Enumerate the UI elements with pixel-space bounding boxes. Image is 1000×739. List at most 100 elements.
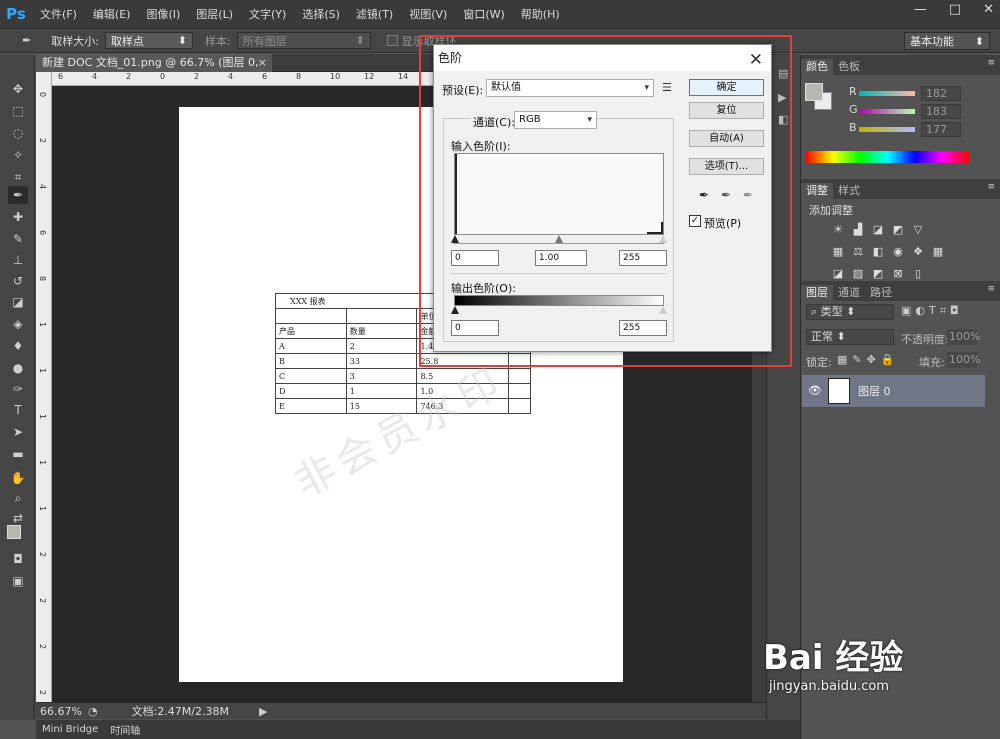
reset-button[interactable]: 复位	[689, 102, 764, 119]
tab-paths[interactable]: 路径	[865, 285, 897, 301]
tab-timeline[interactable]: 时间轴	[104, 722, 146, 737]
preset-options-icon[interactable]: ☰	[662, 81, 672, 94]
menu-edit[interactable]: 编辑(E)	[85, 6, 139, 22]
b-value-field[interactable]: 177	[921, 122, 961, 137]
gray-eyedropper-icon[interactable]: ✒	[721, 188, 731, 202]
posterize-icon[interactable]: ▨	[851, 267, 865, 281]
status-info-icon[interactable]: ◔	[88, 705, 98, 718]
input-black-field[interactable]: 0	[451, 250, 499, 266]
dodge-tool-icon[interactable]: ●	[8, 359, 28, 377]
input-white-point-slider[interactable]	[659, 235, 667, 243]
output-white-field[interactable]: 255	[619, 320, 667, 336]
menu-type[interactable]: 文字(Y)	[241, 6, 294, 22]
menu-image[interactable]: 图像(I)	[138, 6, 188, 22]
magic-wand-tool-icon[interactable]: ✧	[8, 146, 28, 164]
close-document-icon[interactable]: ×	[258, 54, 267, 72]
move-tool-icon[interactable]: ✥	[8, 80, 28, 98]
actions-panel-icon[interactable]: ▶	[778, 91, 792, 105]
channel-select[interactable]: RGB ▾	[514, 111, 597, 129]
vibrance-icon[interactable]: ▽	[911, 223, 925, 237]
history-brush-tool-icon[interactable]: ↺	[8, 272, 28, 290]
menu-layer[interactable]: 图层(L)	[188, 6, 241, 22]
layer-filter-icons[interactable]: ▣◐T⌗◘	[901, 304, 963, 318]
blend-mode-select[interactable]: 正常 ⬍	[806, 329, 894, 345]
document-tab[interactable]: 新建 DOC 文档_01.png @ 66.7% (图层 0, RGB/8) ×	[36, 54, 272, 87]
tab-mini-bridge[interactable]: Mini Bridge	[36, 724, 104, 735]
tab-adjustments[interactable]: 调整	[801, 183, 833, 199]
threshold-icon[interactable]: ◩	[871, 267, 885, 281]
pen-tool-icon[interactable]: ✑	[8, 380, 28, 398]
layer-filter-select[interactable]: ⌕ 类型 ⬍	[806, 304, 894, 320]
tab-swatches[interactable]: 色板	[833, 59, 865, 75]
invert-icon[interactable]: ◪	[831, 267, 845, 281]
eyedropper-tool-icon[interactable]: ✒	[8, 186, 28, 204]
r-slider[interactable]	[859, 91, 915, 96]
healing-brush-tool-icon[interactable]: ✚	[8, 208, 28, 226]
show-ring-checkbox[interactable]	[386, 35, 398, 46]
tab-color[interactable]: 颜色	[801, 59, 833, 75]
input-gamma-slider[interactable]	[555, 235, 563, 243]
output-white-slider[interactable]	[659, 306, 667, 314]
black-eyedropper-icon[interactable]: ✒	[699, 188, 709, 202]
levels-icon[interactable]: ▟	[851, 223, 865, 237]
panel-menu-icon[interactable]: ≡	[987, 58, 995, 68]
menu-filter[interactable]: 滤镜(T)	[348, 6, 401, 22]
maximize-button[interactable]: □	[949, 2, 961, 17]
menu-help[interactable]: 帮助(H)	[513, 6, 568, 22]
color-lookup-icon[interactable]: ▦	[931, 245, 945, 259]
menu-file[interactable]: 文件(F)	[32, 6, 85, 22]
eye-icon[interactable]: 👁	[808, 384, 822, 397]
gradient-map-icon[interactable]: ▯	[911, 267, 925, 281]
properties-panel-icon[interactable]: ◧	[778, 113, 792, 127]
hand-tool-icon[interactable]: ✋	[8, 469, 28, 487]
hue-saturation-icon[interactable]: ▦	[831, 245, 845, 259]
rectangle-tool-icon[interactable]: ▬	[8, 445, 28, 463]
photo-filter-icon[interactable]: ◉	[891, 245, 905, 259]
tab-styles[interactable]: 样式	[833, 183, 865, 199]
lasso-tool-icon[interactable]: ◌	[8, 124, 28, 142]
color-spectrum[interactable]	[806, 151, 969, 163]
g-slider[interactable]	[859, 109, 915, 114]
ok-button[interactable]: 确定	[689, 79, 764, 96]
input-gamma-field[interactable]: 1.00	[535, 250, 587, 266]
type-tool-icon[interactable]: T	[8, 401, 28, 419]
history-panel-icon[interactable]: ▤	[778, 67, 792, 81]
white-eyedropper-icon[interactable]: ✒	[743, 188, 753, 202]
r-value-field[interactable]: 182	[921, 86, 961, 101]
blur-tool-icon[interactable]: ♦	[8, 337, 28, 355]
preview-checkbox[interactable]: ✓	[689, 215, 701, 227]
minimize-button[interactable]: —	[914, 2, 927, 17]
crop-tool-icon[interactable]: ⌗	[8, 168, 28, 186]
menu-view[interactable]: 视图(V)	[401, 6, 455, 22]
opacity-field[interactable]: 100%	[947, 329, 980, 345]
b-slider[interactable]	[859, 127, 915, 132]
lock-icons[interactable]: ▦✎✥🔒	[837, 353, 900, 366]
output-black-slider[interactable]	[451, 306, 459, 314]
output-black-field[interactable]: 0	[451, 320, 499, 336]
eyedropper-tool-icon[interactable]: ✒	[22, 34, 31, 47]
clone-stamp-tool-icon[interactable]: ⊥	[8, 251, 28, 269]
exposure-icon[interactable]: ◩	[891, 223, 905, 237]
color-balance-icon[interactable]: ⚖	[851, 245, 865, 259]
workspace-select[interactable]: 基本功能 ⬍	[904, 32, 990, 50]
sample-select[interactable]: 所有图层 ⬍	[236, 32, 371, 49]
black-white-icon[interactable]: ◧	[871, 245, 885, 259]
selective-color-icon[interactable]: ⊠	[891, 267, 905, 281]
panel-menu-icon[interactable]: ≡	[987, 182, 995, 192]
brush-tool-icon[interactable]: ✎	[8, 230, 28, 248]
tab-layers[interactable]: 图层	[801, 285, 833, 301]
marquee-tool-icon[interactable]: ⬚	[8, 102, 28, 120]
status-menu-arrow-icon[interactable]: ▶	[259, 705, 267, 718]
curves-icon[interactable]: ◪	[871, 223, 885, 237]
brightness-icon[interactable]: ☀	[831, 223, 845, 237]
zoom-tool-icon[interactable]: ⌕	[8, 489, 28, 507]
tab-channels[interactable]: 通道	[833, 285, 865, 301]
sample-size-select[interactable]: 取样点 ⬍	[104, 32, 193, 49]
g-value-field[interactable]: 183	[921, 104, 961, 119]
foreground-color-swatch[interactable]	[7, 525, 21, 539]
screen-mode-icon[interactable]: ▣	[8, 572, 28, 590]
quick-mask-icon[interactable]: ◘	[8, 550, 28, 568]
fill-field[interactable]: 100%	[947, 352, 980, 368]
zoom-level[interactable]: 66.67%	[40, 705, 82, 718]
menu-window[interactable]: 窗口(W)	[455, 6, 512, 22]
